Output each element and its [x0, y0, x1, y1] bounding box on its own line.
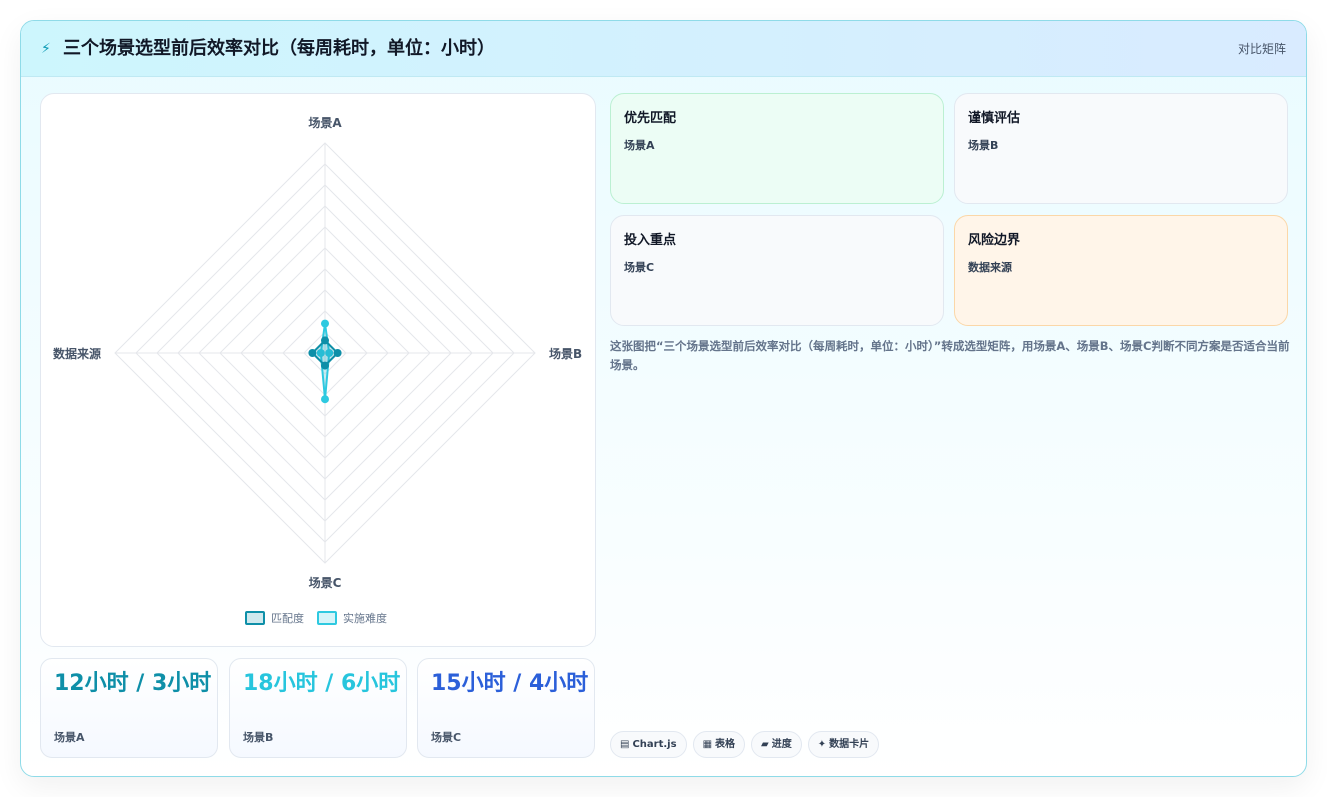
radar-chart-panel: 场景A 场景B 场景C 数据来源匹配度 实施难度 [40, 93, 596, 647]
kpi-card-c: 15小时 / 4小时 场景C [417, 658, 595, 758]
tile-investment-focus[interactable]: 投入重点 场景C [610, 215, 944, 326]
data-point [321, 361, 329, 370]
main-card: ⚡ 三个场景选型前后效率对比（每周耗时，单位：小时） 对比矩阵 场景A 场景B 场景… [20, 20, 1307, 777]
tile-subtitle: 场景B [968, 139, 999, 152]
table-icon: ▦ [702, 739, 713, 750]
chip-data-card[interactable]: ✦ 数据卡片 [807, 731, 880, 758]
chart-description: 这张图把“三个场景选型前后效率对比（每周耗时，单位：小时）”转成选型矩阵，用场景… [610, 339, 1290, 372]
kpi-value: 15小时 / 4小时 [431, 671, 589, 696]
tile-title: 优先匹配 [624, 111, 677, 126]
tile-risk-boundary[interactable]: 风险边界 数据来源 [954, 215, 1288, 326]
chip-label: 进度 [771, 739, 792, 750]
tile-priority-match[interactable]: 优先匹配 场景A [610, 93, 944, 204]
kpi-label: 场景A [54, 731, 85, 744]
legend-label: 实施难度 [343, 611, 387, 625]
data-point [321, 319, 329, 328]
chip-label: Chart.js [632, 739, 677, 750]
tile-title: 谨慎评估 [968, 111, 1021, 126]
axis-label: 场景C [309, 576, 342, 590]
axis-label: 场景B [549, 347, 582, 361]
header: ⚡ 三个场景选型前后效率对比（每周耗时，单位：小时） 对比矩阵 [21, 21, 1306, 77]
axis-label: 数据来源 [53, 346, 101, 361]
kpi-label: 场景B [243, 731, 274, 744]
kpi-card-a: 12小时 / 3小时 场景A [40, 658, 218, 758]
tile-title: 风险边界 [968, 233, 1021, 248]
view-tag[interactable]: 对比矩阵 [1238, 40, 1286, 58]
chip-label: 数据卡片 [829, 739, 870, 750]
chart-icon: ▤ [620, 739, 630, 750]
tile-subtitle: 场景A [624, 139, 655, 152]
kpi-value: 12小时 / 3小时 [54, 671, 212, 696]
tech-chips: ▤ Chart.js ▦ 表格 ▰ 进度 ✦ 数据卡片 [610, 731, 885, 759]
data-point [321, 336, 329, 345]
legend-swatch [317, 611, 337, 625]
chip-label: 表格 [715, 739, 736, 750]
chip-table[interactable]: ▦ 表格 [692, 731, 746, 758]
chip-chartjs[interactable]: ▤ Chart.js [610, 731, 687, 758]
tile-careful-review[interactable]: 谨慎评估 场景B [954, 93, 1288, 204]
data-point [321, 395, 329, 404]
progress-icon: ▰ [761, 739, 769, 750]
kpi-card-b: 18小时 / 6小时 场景B [229, 658, 407, 758]
kpi-label: 场景C [431, 731, 462, 744]
legend-label: 匹配度 [271, 611, 304, 625]
tile-title: 投入重点 [624, 233, 677, 248]
axis-label: 场景A [308, 116, 342, 130]
data-point [333, 349, 342, 357]
tile-subtitle: 数据来源 [968, 261, 1012, 274]
page-title: 三个场景选型前后效率对比（每周耗时，单位：小时） [63, 38, 495, 59]
sparkle-icon: ✦ [817, 739, 827, 750]
data-point [308, 349, 317, 357]
radar-chart: 场景A 场景B 场景C 数据来源匹配度 实施难度 [53, 116, 582, 625]
tile-subtitle: 场景C [624, 261, 655, 274]
lightning-icon: ⚡ [41, 41, 51, 57]
kpi-value: 18小时 / 6小时 [243, 671, 401, 696]
legend-swatch [245, 611, 265, 625]
chip-progress[interactable]: ▰ 进度 [751, 731, 802, 758]
